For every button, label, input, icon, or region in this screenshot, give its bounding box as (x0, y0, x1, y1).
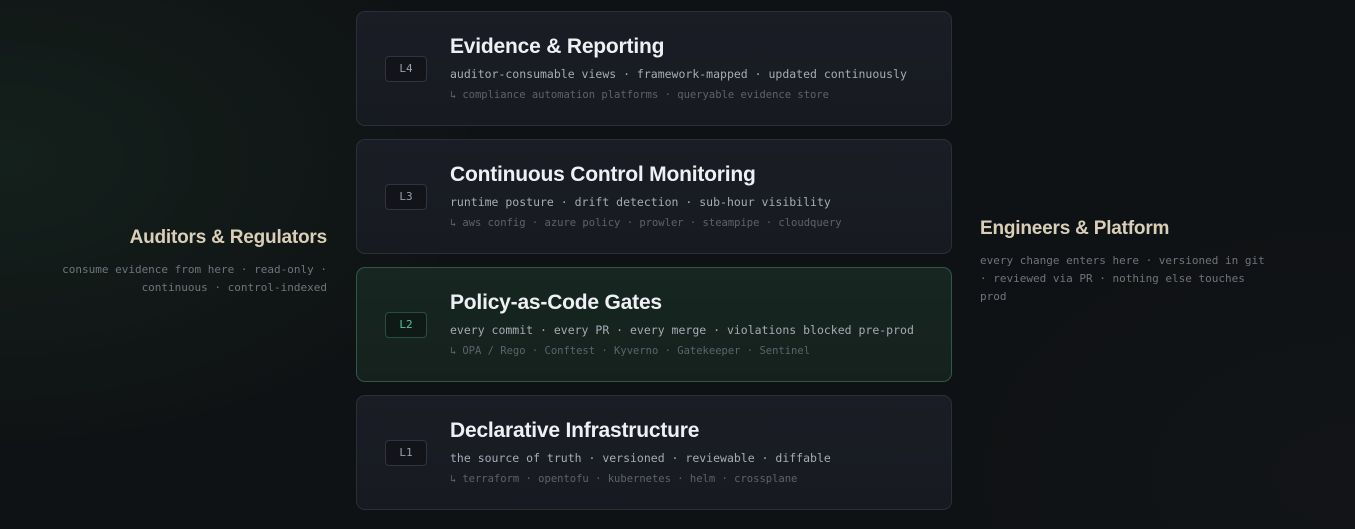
right-audience-title: Engineers & Platform (980, 218, 1170, 239)
right-audience-line: · reviewed via PR · nothing else touches (980, 272, 1245, 285)
layer-card-l1: L1 Declarative Infrastructure the source… (356, 395, 952, 510)
layer-stack: L4 Evidence & Reporting auditor-consumab… (356, 11, 952, 523)
layer-description: runtime posture · drift detection · sub-… (450, 195, 831, 209)
left-audience-title: Auditors & Regulators (129, 227, 328, 248)
layer-card-l4: L4 Evidence & Reporting auditor-consumab… (356, 11, 952, 126)
layer-card-l2: L2 Policy-as-Code Gates every commit · e… (356, 267, 952, 382)
layer-description: auditor-consumable views · framework-map… (450, 67, 907, 81)
left-audience: Auditors & Regulators consume evidence f… (17, 227, 327, 297)
layer-tools: ↳ terraform · opentofu · kubernetes · hel… (450, 473, 797, 485)
left-audience-line: continuous · control-indexed (141, 281, 327, 294)
layer-title: Policy-as-Code Gates (450, 291, 662, 314)
layer-title: Evidence & Reporting (450, 35, 665, 58)
layer-tools: ↳ aws config · azure policy · prowler · s… (450, 217, 842, 229)
return-arrow-icon: ↳ (450, 345, 457, 357)
layer-badge: L2 (385, 312, 427, 338)
layer-description: the source of truth · versioned · review… (450, 451, 831, 465)
layer-badge: L1 (385, 440, 427, 466)
layer-title: Declarative Infrastructure (450, 419, 700, 442)
return-arrow-icon: ↳ (450, 473, 457, 485)
layer-badge: L3 (385, 184, 427, 210)
right-audience-description: every change enters here · versioned in … (980, 252, 1310, 306)
layer-tools: ↳ compliance automation platforms · query… (450, 89, 829, 101)
layer-tools-text: compliance automation platforms · querya… (462, 89, 829, 101)
right-audience-line: prod (980, 290, 1007, 303)
return-arrow-icon: ↳ (450, 89, 457, 101)
return-arrow-icon: ↳ (450, 217, 457, 229)
layer-badge: L4 (385, 56, 427, 82)
layer-tools-text: terraform · opentofu · kubernetes · helm… (462, 473, 798, 485)
left-audience-description: consume evidence from here · read-only ·… (17, 261, 327, 297)
right-audience-line: every change enters here · versioned in … (980, 254, 1265, 267)
layer-title: Continuous Control Monitoring (450, 163, 756, 186)
layer-tools: ↳ OPA / Rego · Conftest · Kyverno · Gatek… (450, 345, 810, 357)
layer-tools-text: aws config · azure policy · prowler · st… (462, 217, 842, 229)
layer-card-l3: L3 Continuous Control Monitoring runtime… (356, 139, 952, 254)
layer-description: every commit · every PR · every merge · … (450, 323, 914, 337)
right-audience: Engineers & Platform every change enters… (980, 218, 1310, 306)
left-audience-line: consume evidence from here · read-only · (62, 263, 327, 276)
layer-tools-text: OPA / Rego · Conftest · Kyverno · Gateke… (462, 345, 811, 357)
